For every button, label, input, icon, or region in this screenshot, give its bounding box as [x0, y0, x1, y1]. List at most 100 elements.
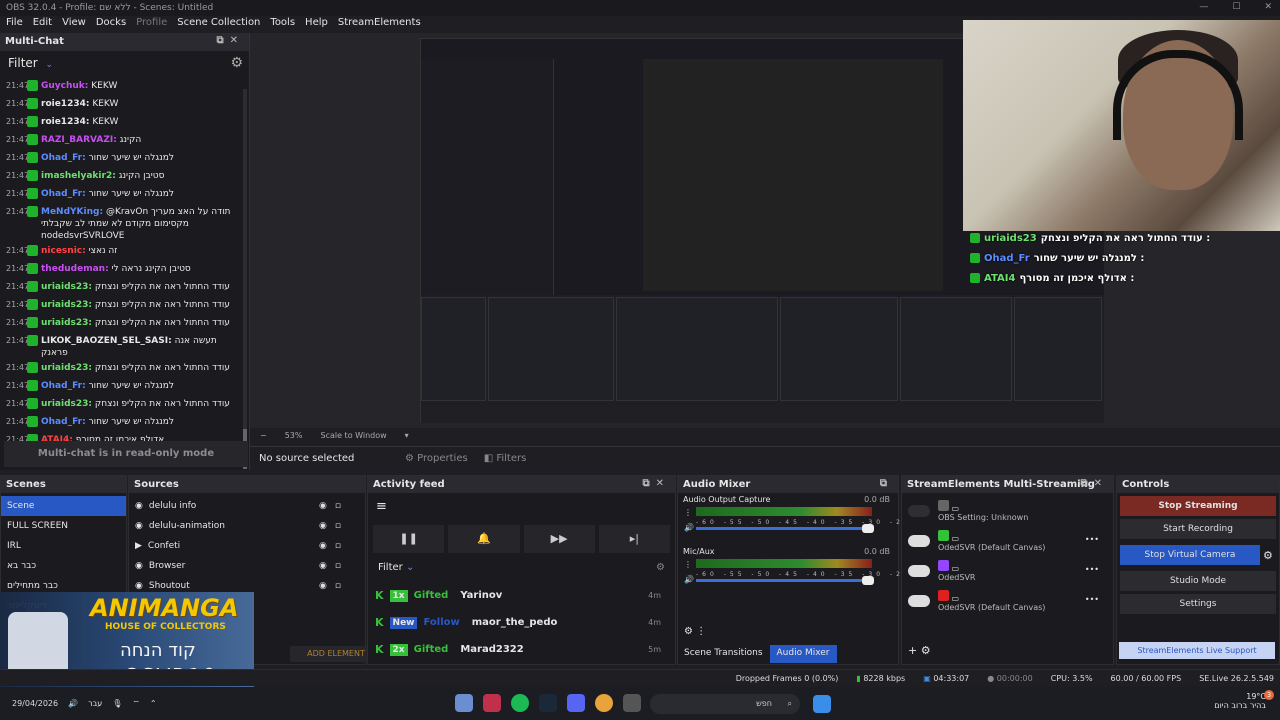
- source-item[interactable]: ◉ delulu-animation ◉▫: [129, 516, 365, 536]
- close-dock-icon[interactable]: ✕: [656, 478, 670, 489]
- mixer-options-icon[interactable]: ⚙ ⋮: [684, 626, 706, 637]
- zoom-level[interactable]: 53%: [285, 431, 303, 443]
- menu-item-streamelements[interactable]: StreamElements: [338, 17, 421, 31]
- scale-mode[interactable]: Scale to Window: [320, 431, 386, 443]
- multichat-filter[interactable]: Filter ⌄ ⚙: [0, 51, 249, 77]
- undock-icon[interactable]: ⧉: [1080, 478, 1093, 489]
- activity-event[interactable]: K New Follow maor_the_pedo 4m: [368, 609, 675, 636]
- lock-icon[interactable]: ▫: [335, 581, 349, 591]
- weather-widget[interactable]: 19°C בהיר ברוב היום: [1214, 692, 1266, 710]
- menu-item-file[interactable]: File: [6, 17, 23, 31]
- spotify-icon[interactable]: [511, 694, 529, 712]
- discord-icon[interactable]: [567, 694, 585, 712]
- destination-toggle[interactable]: [908, 565, 930, 577]
- scene-item[interactable]: FULL SCREEN: [1, 516, 126, 536]
- lock-icon[interactable]: ▫: [335, 521, 349, 531]
- destination-toggle[interactable]: [908, 505, 930, 517]
- eye-icon[interactable]: ◉: [319, 561, 335, 571]
- close-dock-icon[interactable]: ✕: [230, 35, 244, 46]
- scene-item[interactable]: כבר בא: [1, 556, 126, 576]
- chevron-down-icon[interactable]: ▾: [405, 431, 409, 443]
- eye-icon[interactable]: ◉: [319, 541, 335, 551]
- stop-virtual-camera-button[interactable]: Stop Virtual Camera: [1120, 545, 1260, 565]
- undock-icon[interactable]: ⧉: [880, 478, 893, 489]
- tab-scene-transitions[interactable]: Scene Transitions: [677, 645, 770, 663]
- maximize-icon[interactable]: ☐: [1232, 2, 1240, 12]
- gear-icon[interactable]: ⚙: [1263, 549, 1279, 562]
- add-destination-icon[interactable]: + ⚙: [908, 644, 931, 657]
- menu-item-docks[interactable]: Docks: [96, 17, 126, 31]
- track-name: Mic/Aux: [683, 547, 715, 556]
- eye-icon[interactable]: ◉: [319, 581, 335, 591]
- zoom-out-icon[interactable]: −: [260, 431, 267, 443]
- scene-item[interactable]: IRL: [1, 536, 126, 556]
- chat-user: imashelyakir2:: [41, 171, 116, 181]
- notification-badge[interactable]: 3: [1264, 690, 1274, 700]
- lang-indicator[interactable]: עבר: [88, 699, 102, 708]
- speaker-icon[interactable]: 🔊: [684, 575, 694, 584]
- menu-item-tools[interactable]: Tools: [270, 17, 295, 31]
- pause-icon[interactable]: ❚❚: [373, 525, 445, 553]
- wifi-icon[interactable]: ⌔: [132, 699, 140, 709]
- mic-icon[interactable]: 🎙: [112, 699, 122, 708]
- source-item[interactable]: ◉ Browser ◉▫: [129, 556, 365, 576]
- source-label: Browser: [148, 561, 186, 571]
- gear-icon[interactable]: ⚙: [656, 562, 665, 573]
- undock-icon[interactable]: ⧉: [642, 478, 655, 489]
- obs-icon[interactable]: [483, 694, 501, 712]
- properties-button[interactable]: ⚙ Properties: [405, 453, 468, 464]
- menu-item-help[interactable]: Help: [305, 17, 328, 31]
- settings-button[interactable]: Settings: [1120, 594, 1276, 614]
- stop-streaming-button[interactable]: Stop Streaming: [1120, 496, 1276, 516]
- lock-icon[interactable]: ▫: [335, 561, 349, 571]
- more-icon[interactable]: •••: [1085, 595, 1099, 604]
- explorer-icon[interactable]: [623, 694, 641, 712]
- activity-filter[interactable]: Filter ⌄ ⚙: [368, 553, 675, 582]
- menu-item-scene-collection[interactable]: Scene Collection: [177, 17, 260, 31]
- chat-scrollbar[interactable]: [243, 89, 247, 469]
- more-icon[interactable]: •••: [1085, 565, 1099, 574]
- eye-icon[interactable]: ◉: [319, 501, 335, 511]
- gear-icon[interactable]: ⚙: [230, 55, 243, 71]
- preview-canvas[interactable]: uriaids23 עודד החתול ראה את הקליפ ונצחק :…: [250, 20, 1280, 440]
- activity-event[interactable]: K 2x Gifted Marad2322 5m: [368, 636, 675, 663]
- lock-icon[interactable]: ▫: [335, 501, 349, 511]
- app-icon[interactable]: [455, 694, 473, 712]
- volume-slider[interactable]: [696, 576, 874, 585]
- bell-icon[interactable]: 🔔: [448, 525, 520, 553]
- track-menu-icon[interactable]: ⋮: [684, 560, 692, 569]
- source-item[interactable]: ◉ delulu info ◉▫: [129, 496, 365, 516]
- eye-icon[interactable]: ◉: [319, 521, 335, 531]
- menu-item-view[interactable]: View: [62, 17, 86, 31]
- close-dock-icon[interactable]: ✕: [1094, 478, 1108, 489]
- activity-event[interactable]: K 1x Gifted Yarinov 4m: [368, 582, 675, 609]
- taskbar-search[interactable]: חפש ⌕: [650, 694, 800, 714]
- source-item[interactable]: ▶ Confeti ◉▫: [129, 536, 365, 556]
- more-icon[interactable]: •••: [1085, 535, 1099, 544]
- se-live-support-button[interactable]: StreamElements Live Support: [1119, 642, 1275, 659]
- skip-end-icon[interactable]: ▸|: [598, 525, 670, 553]
- scene-item[interactable]: Scene: [1, 496, 126, 516]
- volume-slider[interactable]: [696, 524, 874, 533]
- destination-toggle[interactable]: [908, 535, 930, 547]
- filters-button[interactable]: ◧ Filters: [484, 453, 527, 464]
- menu-item-profile[interactable]: Profile: [136, 17, 167, 31]
- steam-icon[interactable]: [539, 694, 557, 712]
- tab-audio-mixer[interactable]: Audio Mixer: [769, 645, 837, 663]
- skip-icon[interactable]: ▶▶: [523, 525, 595, 553]
- chrome-icon[interactable]: [595, 694, 613, 712]
- start-recording-button[interactable]: Start Recording: [1120, 519, 1276, 539]
- speaker-icon[interactable]: 🔊: [684, 523, 694, 532]
- studio-mode-button[interactable]: Studio Mode: [1120, 571, 1276, 591]
- minimize-icon[interactable]: —: [1199, 2, 1208, 12]
- destination-toggle[interactable]: [908, 595, 930, 607]
- windows-start-icon[interactable]: [813, 695, 831, 713]
- hamburger-icon[interactable]: ≡: [368, 493, 675, 520]
- track-menu-icon[interactable]: ⋮: [684, 508, 692, 517]
- volume-icon[interactable]: 🔊: [68, 699, 78, 708]
- menu-item-edit[interactable]: Edit: [33, 17, 52, 31]
- lock-icon[interactable]: ▫: [335, 541, 349, 551]
- undock-icon[interactable]: ⧉: [216, 35, 229, 46]
- chevron-up-icon[interactable]: ⌃: [150, 699, 157, 708]
- close-icon[interactable]: ✕: [1264, 2, 1272, 12]
